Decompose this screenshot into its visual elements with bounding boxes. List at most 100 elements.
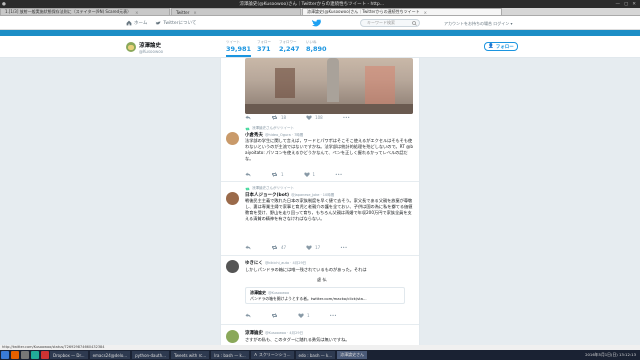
heart-icon	[306, 245, 312, 250]
retweet-indicator-text: 涼澤論史さんがリツイート	[252, 186, 294, 190]
bird-icon	[155, 20, 161, 24]
nav-about-label: Twitterについて	[163, 20, 197, 26]
retweet-button[interactable]: 47	[271, 245, 286, 250]
browser-tab[interactable]: Twitter ×	[171, 8, 301, 15]
retweet-icon	[245, 186, 250, 191]
author-name: 涼澤論史	[245, 331, 263, 336]
clock[interactable]: 2016年5月1日(日) 13:12:13	[585, 352, 640, 358]
like-button[interactable]: 17	[306, 245, 320, 250]
add-user-icon: 👤	[488, 44, 494, 49]
like-button[interactable]: 1	[303, 172, 316, 177]
stat-likes[interactable]: いいね 8,890	[306, 40, 327, 53]
tweet[interactable]: ゆきにく @kikichi_auto · 4月29日 しかしパンドラの箱には唯一残…	[221, 257, 419, 325]
maximize-button[interactable]: ▢	[624, 2, 628, 7]
avatar[interactable]	[226, 192, 239, 205]
profile-handle: @Kusoowoo	[139, 49, 164, 54]
follow-label: フォロー	[495, 44, 514, 50]
quoted-tweet[interactable]: 涼澤論史 @Kusoowoo パンドラの箱を開けようとする者。twitter.co…	[245, 287, 405, 304]
taskbar-task[interactable]: Ａ スクリーンショ...	[250, 351, 294, 359]
files-icon[interactable]	[21, 351, 29, 359]
browser-tab-active[interactable]: 涼澤論史(@Kusoowoo)さん｜Twitterからの連続性ちツイート ×	[302, 8, 502, 15]
retweet-icon	[272, 172, 277, 177]
quote-author: 涼澤論史	[250, 290, 266, 295]
tweet-text: 戦後民主主義で敗れた日本の家族制度を早く捷て去そう。家父長である父親を放棄が尊敬…	[245, 198, 413, 221]
close-icon[interactable]: ×	[135, 10, 138, 15]
more-button[interactable]: •••	[335, 172, 342, 177]
taskbar-task-active[interactable]: 涼澤論史さん	[337, 351, 368, 359]
login-link[interactable]: アカウントをお持ちの場合 ログイン ▾	[444, 21, 513, 27]
heart-icon	[303, 172, 310, 177]
follow-button[interactable]: 👤 フォロー	[484, 42, 518, 51]
like-button[interactable]: 108	[306, 115, 323, 120]
app-icon[interactable]	[41, 351, 49, 359]
author-meta: @Japanese_Joke · 10時間	[291, 193, 335, 197]
taskbar-task[interactable]: emacs24@delo...	[89, 351, 131, 359]
tweet-text: しかしパンドラの箱には唯一残されているものがあった。それは	[245, 267, 367, 272]
tweet-author[interactable]: ゆきにく @kikichi_auto · 4月29日	[245, 260, 306, 266]
retweet-button[interactable]: 1	[271, 172, 284, 177]
browser-tab[interactable]: 1.[1/3] 放射一般実施状態保存法則に（ステイター(9N) Scared元表…	[0, 8, 170, 15]
more-icon: •••	[340, 245, 348, 250]
taskbar-task[interactable]: python-dauth...	[132, 351, 169, 359]
more-icon: •••	[342, 115, 350, 120]
reply-button[interactable]	[245, 172, 251, 177]
avatar[interactable]	[226, 330, 239, 343]
nav-about[interactable]: Twitterについて	[155, 20, 196, 26]
retweet-button[interactable]: 18	[271, 115, 286, 120]
taskbar: Dropbox — Dr... emacs24@delo... python-d…	[0, 350, 640, 360]
retweet-indicator: 涼澤論史さんがリツイート	[245, 126, 294, 131]
retweet-count: 47	[281, 245, 287, 250]
taskbar-task[interactable]: Dropbox — Dr...	[50, 351, 88, 359]
stat-following[interactable]: フォロー 371	[257, 40, 271, 53]
more-button[interactable]: •••	[330, 313, 337, 318]
author-meta: @Kusoowoo · 4月29日	[265, 331, 304, 335]
stat-value: 39,981	[226, 45, 252, 53]
reply-button[interactable]	[245, 115, 251, 120]
taskbar-task[interactable]: Ira : bash — k...	[211, 351, 249, 359]
retweet-icon	[245, 126, 250, 131]
reply-icon	[245, 172, 251, 177]
profile-avatar[interactable]	[126, 42, 136, 52]
avatar[interactable]	[226, 260, 239, 273]
tweet[interactable]: 涼澤論史さんがリツイート 日本人ジョーク(bot) @Japanese_Joke …	[221, 184, 419, 256]
close-button[interactable]: ✕	[632, 2, 636, 7]
more-button[interactable]: •••	[343, 115, 350, 120]
like-count: 1	[312, 172, 316, 177]
avatar[interactable]	[226, 132, 239, 145]
browser-tab-strip: 1.[1/3] 放射一般実施状態保存法則に（ステイター(9N) Scared元表…	[0, 8, 640, 16]
author-meta: @kikichi_auto · 4月29日	[264, 261, 307, 265]
close-icon[interactable]: ×	[424, 10, 427, 15]
tab-label: 1.[1/3] 放射一般実施状態保存法則に（ステイター(9N) Scared元表…	[5, 9, 132, 14]
start-menu-icon[interactable]	[1, 351, 9, 359]
retweet-indicator: 涼澤論史さんがリツイート	[245, 186, 294, 191]
tweet[interactable]: 涼澤論史 @Kusoowoo · 4月29日 さすがの私も、このタグーに踏れる勇気…	[221, 326, 419, 346]
tweet-author[interactable]: 涼澤論史 @Kusoowoo · 4月29日	[245, 330, 303, 336]
stat-tweets[interactable]: ツイート 39,981	[226, 40, 252, 57]
more-button[interactable]: •••	[340, 245, 347, 250]
search-input[interactable]: キーワード検索	[360, 19, 420, 27]
taskbar-task[interactable]: edo : bash — k...	[295, 351, 336, 359]
firefox-icon[interactable]	[11, 351, 19, 359]
tweet[interactable]: 涼澤論史さんがリツイート 小倉秀夫 @hideo_Ogura · 7時間 法学部の…	[221, 124, 419, 182]
close-icon[interactable]: ×	[193, 10, 196, 15]
stat-followers[interactable]: フォロワー 2,247	[279, 40, 300, 53]
like-button[interactable]: 1	[298, 313, 310, 318]
taskbar-task[interactable]: Tweets with rc...	[170, 351, 210, 359]
more-icon: •••	[335, 172, 343, 177]
tweet-photo[interactable]	[245, 58, 413, 114]
twitter-navbar: ホーム Twitterについて キーワード検索 アカウントをお持ちの場合 ログイ…	[0, 16, 640, 30]
minimize-button[interactable]: —	[615, 2, 620, 7]
twitter-logo-icon[interactable]	[312, 19, 321, 27]
window-menu-icon[interactable]: ●	[0, 2, 8, 7]
search-icon[interactable]	[412, 21, 417, 26]
like-count: 1	[307, 313, 310, 318]
reply-button[interactable]	[245, 313, 251, 318]
quote-handle: @Kusoowoo	[268, 291, 290, 295]
reply-button[interactable]	[245, 245, 251, 250]
retweet-indicator-text: 涼澤論史さんがリツイート	[252, 126, 294, 130]
retweet-button[interactable]	[271, 313, 278, 318]
stat-value: 371	[257, 45, 271, 53]
terminal-icon[interactable]	[31, 351, 39, 359]
retweet-count: 1	[281, 172, 284, 177]
nav-home[interactable]: ホーム	[126, 20, 147, 26]
